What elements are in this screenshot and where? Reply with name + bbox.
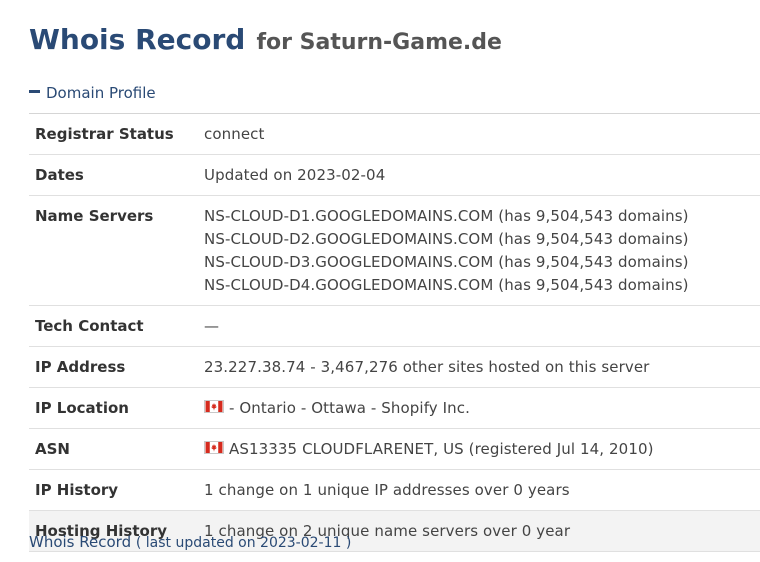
collapse-minus-icon: [29, 90, 40, 93]
row-value: 23.227.38.74 - 3,467,276 other sites hos…: [198, 346, 760, 388]
row-label: IP History: [29, 469, 198, 511]
row-label: Tech Contact: [29, 305, 198, 347]
whois-record-footer: Whois Record ( last updated on 2023-02-1…: [29, 533, 351, 551]
page-title: Whois Record for Saturn-Game.de: [29, 22, 502, 54]
table-row-dates: Dates Updated on 2023-02-04: [29, 154, 760, 196]
table-row-registrar-status: Registrar Status connect: [29, 113, 760, 155]
table-row-ip-history: IP History 1 change on 1 unique IP addre…: [29, 469, 760, 511]
row-label: Name Servers: [29, 195, 198, 306]
domain-profile-toggle-label: Domain Profile: [46, 84, 156, 102]
name-server-entry: NS-CLOUD-D4.GOOGLEDOMAINS.COM (has 9,504…: [204, 276, 689, 294]
domain-profile-toggle[interactable]: Domain Profile: [29, 84, 156, 102]
ip-location-text: - Ontario - Ottawa - Shopify Inc.: [229, 399, 470, 417]
name-server-entry: NS-CLOUD-D1.GOOGLEDOMAINS.COM (has 9,504…: [204, 207, 689, 225]
row-value: AS13335 CLOUDFLARENET, US (registered Ju…: [198, 428, 760, 470]
table-row-tech-contact: Tech Contact —: [29, 305, 760, 347]
whois-record-link[interactable]: Whois Record: [29, 533, 131, 551]
row-value: —: [198, 305, 760, 347]
domain-profile-table: Registrar Status connect Dates Updated o…: [29, 113, 760, 552]
row-label: IP Location: [29, 387, 198, 429]
row-value: Updated on 2023-02-04: [198, 154, 760, 196]
table-row-ip-address: IP Address 23.227.38.74 - 3,467,276 othe…: [29, 346, 760, 388]
page-title-main: Whois Record: [29, 23, 246, 56]
row-label: Dates: [29, 154, 198, 196]
row-value: connect: [198, 113, 760, 155]
page-title-domain: for Saturn-Game.de: [256, 30, 502, 55]
row-value: 1 change on 1 unique IP addresses over 0…: [198, 469, 760, 511]
table-row-name-servers: Name Servers NS-CLOUD-D1.GOOGLEDOMAINS.C…: [29, 195, 760, 306]
row-value: - Ontario - Ottawa - Shopify Inc.: [198, 387, 760, 429]
row-label: IP Address: [29, 346, 198, 388]
canada-flag-icon: [204, 441, 224, 454]
table-row-asn: ASN AS13335 CLOUDFLARENET, US (registere…: [29, 428, 760, 470]
name-server-entry: NS-CLOUD-D3.GOOGLEDOMAINS.COM (has 9,504…: [204, 253, 689, 271]
last-updated-note: ( last updated on 2023-02-11 ): [135, 535, 352, 551]
row-value: NS-CLOUD-D1.GOOGLEDOMAINS.COM (has 9,504…: [198, 195, 760, 306]
canada-flag-icon: [204, 400, 224, 413]
table-row-ip-location: IP Location - Ontario - Ottawa - Shopify…: [29, 387, 760, 429]
name-server-entry: NS-CLOUD-D2.GOOGLEDOMAINS.COM (has 9,504…: [204, 230, 689, 248]
row-label: Registrar Status: [29, 113, 198, 155]
row-label: ASN: [29, 428, 198, 470]
asn-text: AS13335 CLOUDFLARENET, US (registered Ju…: [229, 440, 654, 458]
